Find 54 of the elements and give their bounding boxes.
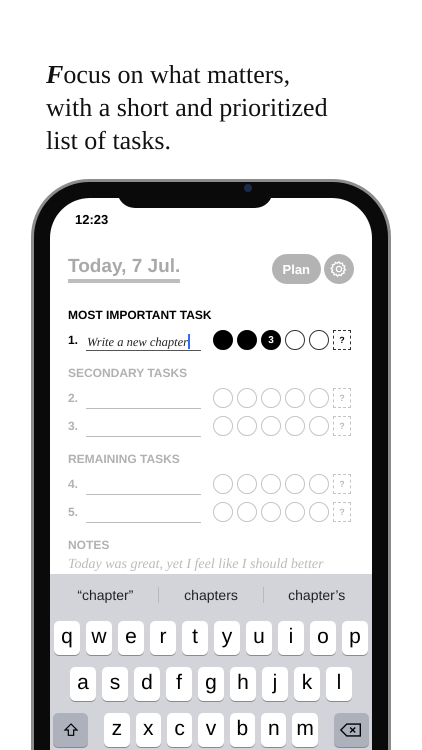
- key[interactable]: i: [278, 621, 304, 655]
- key[interactable]: d: [134, 667, 160, 701]
- key[interactable]: y: [214, 621, 240, 655]
- rating-circle[interactable]: [213, 330, 233, 350]
- date-title: Today, 7 Jul.: [68, 256, 180, 282]
- status-time: 12:23: [75, 212, 108, 227]
- suggestion[interactable]: chapter’s: [263, 587, 370, 603]
- key[interactable]: j: [262, 667, 288, 701]
- key[interactable]: x: [136, 713, 161, 747]
- task-number: 4.: [68, 477, 80, 491]
- key[interactable]: n: [261, 713, 286, 747]
- key[interactable]: e: [118, 621, 144, 655]
- rating-circle[interactable]: 3: [261, 330, 281, 350]
- rating-circle[interactable]: [237, 330, 257, 350]
- task-number: 1.: [68, 333, 80, 347]
- rating-circle[interactable]: [285, 330, 305, 350]
- settings-button[interactable]: [324, 254, 354, 284]
- help-button[interactable]: ?: [333, 330, 351, 350]
- task-number: 2.: [68, 391, 80, 405]
- backspace-icon: [340, 722, 362, 738]
- key[interactable]: m: [292, 713, 318, 747]
- key[interactable]: q: [54, 621, 80, 655]
- settings-icon: [330, 260, 348, 278]
- backspace-key[interactable]: [334, 713, 370, 747]
- key[interactable]: w: [86, 621, 112, 655]
- section-title: NOTES: [68, 538, 110, 552]
- key[interactable]: v: [198, 713, 224, 747]
- key[interactable]: z: [104, 713, 130, 747]
- key[interactable]: u: [246, 621, 272, 655]
- key[interactable]: a: [70, 667, 96, 701]
- key[interactable]: p: [342, 621, 368, 655]
- task-number: 3.: [68, 419, 80, 433]
- key[interactable]: r: [150, 621, 176, 655]
- key[interactable]: g: [198, 667, 224, 701]
- shift-icon: [62, 722, 79, 738]
- key[interactable]: h: [230, 667, 256, 701]
- suggestion[interactable]: chapters: [158, 587, 264, 603]
- section-title: MOST IMPORTANT TASK: [68, 308, 213, 322]
- key[interactable]: s: [102, 667, 128, 701]
- key[interactable]: o: [310, 621, 336, 655]
- suggestion[interactable]: “chapter”: [53, 587, 158, 603]
- key[interactable]: b: [230, 713, 256, 747]
- section-title: SECONDARY TASKS: [68, 366, 188, 380]
- task-number: 5.: [68, 505, 80, 519]
- key[interactable]: c: [166, 713, 192, 747]
- rating-circle[interactable]: [309, 330, 329, 350]
- key[interactable]: t: [182, 621, 208, 655]
- headline: Focus on what matters, with a short and prioritized list of tasks.: [45, 59, 329, 157]
- key[interactable]: k: [294, 667, 320, 701]
- key[interactable]: f: [166, 667, 192, 701]
- task-field[interactable]: Write a new chapter: [86, 330, 201, 350]
- shift-key[interactable]: [52, 713, 88, 747]
- key[interactable]: l: [326, 667, 352, 701]
- section-title: REMAINING TASKS: [68, 452, 181, 466]
